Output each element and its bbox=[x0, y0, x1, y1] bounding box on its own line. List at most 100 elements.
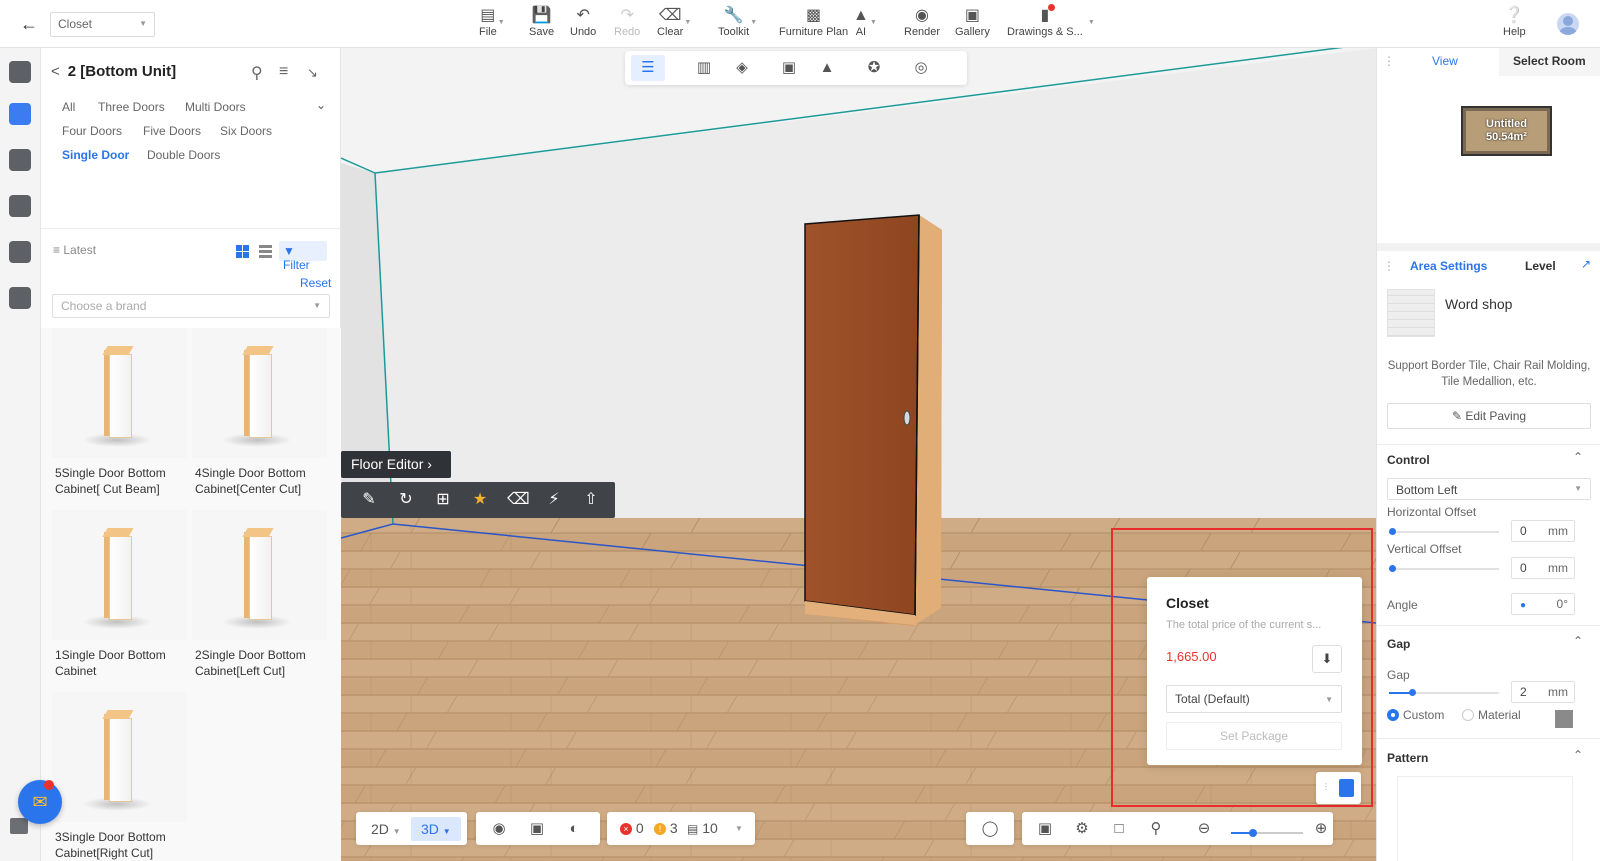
tab-level[interactable]: Level bbox=[1525, 259, 1556, 273]
badge-icon[interactable] bbox=[9, 149, 31, 171]
zoom-out-icon[interactable]: ⊖ bbox=[1195, 820, 1213, 838]
drag-handle-icon[interactable]: ⋮ bbox=[1383, 54, 1395, 68]
paint-roller-icon[interactable]: ▥ bbox=[695, 59, 713, 77]
redo-button[interactable]: ↷ Redo bbox=[614, 6, 640, 44]
camera-view-icon[interactable]: ▣ bbox=[1036, 820, 1054, 838]
tag-single-door[interactable]: Single Door bbox=[62, 148, 129, 162]
list-filter-icon[interactable]: ≡ bbox=[279, 63, 288, 81]
drag-handle-icon[interactable]: ⋮ bbox=[1383, 259, 1395, 273]
reset-link[interactable]: Reset bbox=[300, 276, 331, 290]
cube-icon[interactable]: ▣ bbox=[528, 820, 546, 838]
focus-icon[interactable]: □ bbox=[1110, 820, 1128, 838]
anchor-select[interactable]: Bottom Left ▼ bbox=[1387, 478, 1591, 500]
chevron-down-icon[interactable]: ▼ bbox=[735, 824, 743, 833]
material-thumbnail[interactable] bbox=[1387, 289, 1435, 337]
slider-knob[interactable] bbox=[1389, 565, 1396, 572]
drawings-button[interactable]: ▮ Drawings & S... ▼ bbox=[1007, 4, 1095, 44]
expand-tags-chevron-icon[interactable]: ⌄ bbox=[316, 98, 326, 112]
slider-knob[interactable] bbox=[1389, 528, 1396, 535]
target-icon[interactable]: ◎ bbox=[912, 59, 930, 77]
frame-select-icon[interactable]: ▣ bbox=[780, 59, 798, 77]
level-up-icon[interactable]: ⇧ bbox=[581, 490, 601, 510]
render-button[interactable]: ◉ Render bbox=[904, 6, 940, 44]
gauge-icon[interactable]: ◐ bbox=[565, 820, 583, 838]
mode-2d-button[interactable]: 2D ▼ bbox=[361, 817, 411, 841]
product-card[interactable]: 1Single Door Bottom Cabinet bbox=[52, 510, 187, 690]
palette-icon[interactable]: ◈ bbox=[733, 59, 751, 77]
tab-select-room[interactable]: Select Room bbox=[1513, 54, 1586, 68]
tag-six-doors[interactable]: Six Doors bbox=[220, 124, 272, 138]
price-panel-toggle[interactable]: ⋮ bbox=[1316, 772, 1361, 804]
drag-handle-icon[interactable]: ⋮ bbox=[1322, 782, 1330, 791]
ai-button[interactable]: ▲ AI ▼ bbox=[853, 6, 877, 44]
toolkit-button[interactable]: 🔧 Toolkit ▼ bbox=[718, 6, 757, 44]
chevron-up-icon[interactable]: ⌃ bbox=[1573, 748, 1583, 762]
filter-button[interactable]: ▼ Filter bbox=[279, 241, 327, 272]
grid-view-icon[interactable] bbox=[236, 245, 249, 258]
zoom-fit-icon[interactable]: ⚲ bbox=[1147, 820, 1165, 838]
mode-3d-button[interactable]: 3D ▼ bbox=[411, 817, 461, 841]
room-minimap[interactable]: Untitled 50.54m² bbox=[1461, 106, 1552, 156]
eye-icon[interactable]: ◉ bbox=[490, 820, 508, 838]
sort-dropdown[interactable]: ≡ Latest bbox=[53, 243, 96, 257]
cabinet-icon[interactable] bbox=[9, 287, 31, 309]
crown-icon[interactable] bbox=[9, 103, 31, 125]
product-card[interactable]: 4Single Door Bottom Cabinet[Center Cut] bbox=[192, 328, 327, 508]
price-mode-select[interactable]: Total (Default) ▼ bbox=[1166, 685, 1342, 713]
avatar[interactable] bbox=[1557, 13, 1579, 35]
chevron-up-icon[interactable]: ⌃ bbox=[1573, 450, 1583, 464]
save-button[interactable]: 💾 Save bbox=[529, 6, 554, 44]
pattern-preview[interactable] bbox=[1397, 776, 1573, 861]
furniture-plan-button[interactable]: ▩ Furniture Plan bbox=[779, 6, 848, 44]
undo-button[interactable]: ↶ Undo bbox=[570, 6, 596, 44]
horizontal-offset-input[interactable]: 0 mm bbox=[1511, 520, 1575, 542]
collapse-icon[interactable]: ↘ bbox=[307, 65, 318, 81]
edit-paving-button[interactable]: ✎ Edit Paving bbox=[1387, 403, 1591, 429]
scene-checks[interactable]: × 0 ! 3 ▤ 10 ▼ bbox=[607, 812, 755, 845]
plugin-icon[interactable]: ✪ bbox=[865, 59, 883, 77]
slider-knob[interactable] bbox=[1409, 689, 1416, 696]
warning-count[interactable]: ! 3 bbox=[654, 820, 678, 836]
radio-material[interactable]: Material bbox=[1462, 708, 1521, 722]
tag-three-doors[interactable]: Three Doors bbox=[98, 100, 165, 114]
radio-custom[interactable]: Custom bbox=[1387, 708, 1444, 722]
zoom-in-icon[interactable]: ⊕ bbox=[1312, 820, 1330, 838]
tag-multi-doors[interactable]: Multi Doors bbox=[185, 100, 246, 114]
floor-editor-button[interactable]: Floor Editor › bbox=[341, 451, 451, 478]
download-quote-icon[interactable]: ⬇ bbox=[1312, 645, 1342, 673]
lightning-icon[interactable]: ⚡ bbox=[544, 490, 564, 510]
vertical-offset-slider[interactable] bbox=[1389, 565, 1499, 572]
clear-button[interactable]: ⌫ Clear ▼ bbox=[657, 6, 691, 44]
brand-select[interactable]: Choose a brand ▼ bbox=[52, 294, 330, 318]
rotate-icon[interactable]: ↻ bbox=[396, 490, 416, 510]
gap-input[interactable]: 2 mm bbox=[1511, 681, 1575, 703]
zoom-slider[interactable] bbox=[1231, 829, 1303, 837]
product-card[interactable]: 3Single Door Bottom Cabinet[Right Cut] bbox=[52, 692, 187, 861]
measure-icon[interactable]: ▲ bbox=[818, 59, 836, 77]
help-button[interactable]: ❔ Help bbox=[1503, 6, 1526, 44]
add-region-icon[interactable]: ⊞ bbox=[433, 490, 453, 510]
back-chevron-icon[interactable]: < bbox=[51, 63, 60, 80]
chevron-up-icon[interactable]: ⌃ bbox=[1573, 634, 1583, 648]
eraser-icon[interactable]: ⌫ bbox=[507, 490, 530, 510]
annotation-icon[interactable]: ☰ bbox=[631, 55, 665, 81]
gap-slider[interactable] bbox=[1389, 689, 1499, 696]
zoom-slider-knob[interactable] bbox=[1248, 829, 1257, 837]
gallery-button[interactable]: ▣ Gallery bbox=[955, 6, 990, 44]
horizontal-offset-slider[interactable] bbox=[1389, 528, 1499, 535]
expand-icon[interactable]: ↗ bbox=[1581, 257, 1591, 271]
toggle-settings-icon[interactable]: ◯ bbox=[981, 820, 999, 838]
pencil-icon[interactable]: ✎ bbox=[359, 490, 379, 510]
gap-color-swatch[interactable] bbox=[1555, 710, 1573, 728]
file-button[interactable]: ▤ File ▼ bbox=[479, 6, 505, 44]
tag-five-doors[interactable]: Five Doors bbox=[143, 124, 201, 138]
tag-double-doors[interactable]: Double Doors bbox=[147, 148, 220, 162]
list-view-icon[interactable] bbox=[259, 245, 272, 258]
set-package-button[interactable]: Set Package bbox=[1166, 722, 1342, 750]
tag-all[interactable]: All bbox=[62, 100, 75, 114]
apps-icon[interactable] bbox=[10, 818, 28, 834]
product-card[interactable]: 2Single Door Bottom Cabinet[Left Cut] bbox=[192, 510, 327, 690]
project-name-select[interactable]: Closet ▼ bbox=[50, 12, 155, 37]
tag-four-doors[interactable]: Four Doors bbox=[62, 124, 122, 138]
vertical-offset-input[interactable]: 0 mm bbox=[1511, 557, 1575, 579]
